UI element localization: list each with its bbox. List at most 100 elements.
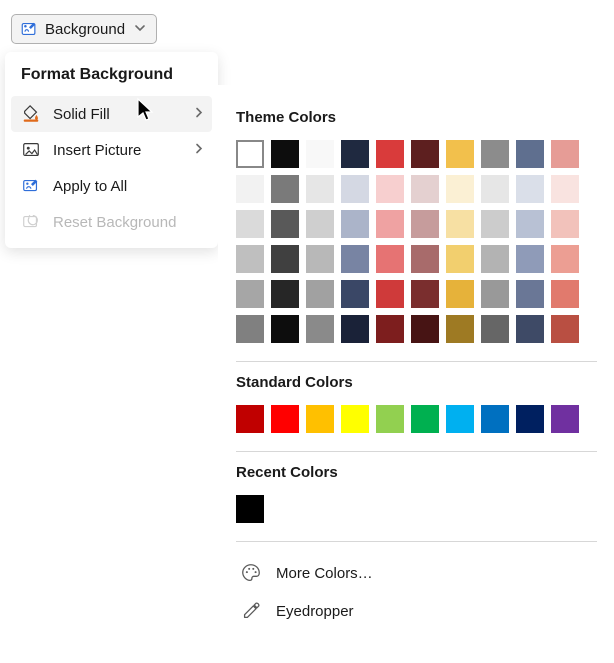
theme-color-swatch[interactable] bbox=[376, 140, 404, 168]
theme-color-swatch[interactable] bbox=[271, 140, 299, 168]
theme-color-swatch[interactable] bbox=[516, 280, 544, 308]
background-icon bbox=[20, 20, 38, 38]
standard-color-swatch[interactable] bbox=[446, 405, 474, 433]
divider bbox=[236, 541, 597, 542]
theme-color-swatch[interactable] bbox=[446, 140, 474, 168]
theme-color-swatch[interactable] bbox=[271, 280, 299, 308]
more-colors-option[interactable]: More Colors… bbox=[236, 554, 597, 592]
theme-color-swatch[interactable] bbox=[516, 140, 544, 168]
theme-color-swatch[interactable] bbox=[376, 245, 404, 273]
eyedropper-label: Eyedropper bbox=[276, 603, 354, 620]
recent-color-swatch[interactable] bbox=[236, 495, 264, 523]
theme-color-swatch[interactable] bbox=[411, 245, 439, 273]
theme-color-swatch[interactable] bbox=[271, 245, 299, 273]
theme-color-swatch[interactable] bbox=[236, 175, 264, 203]
theme-color-swatch[interactable] bbox=[271, 210, 299, 238]
theme-color-swatch[interactable] bbox=[481, 140, 509, 168]
theme-color-swatch[interactable] bbox=[481, 280, 509, 308]
theme-color-swatch[interactable] bbox=[516, 315, 544, 343]
theme-color-swatch[interactable] bbox=[341, 140, 369, 168]
theme-color-swatch[interactable] bbox=[551, 175, 579, 203]
theme-color-swatch[interactable] bbox=[271, 175, 299, 203]
theme-color-swatch[interactable] bbox=[516, 210, 544, 238]
format-background-menu: Format Background Solid Fill Insert Pictu… bbox=[5, 52, 218, 248]
eyedropper-option[interactable]: Eyedropper bbox=[236, 592, 597, 630]
more-colors-label: More Colors… bbox=[276, 565, 373, 582]
theme-color-swatch[interactable] bbox=[481, 210, 509, 238]
theme-color-swatch[interactable] bbox=[341, 175, 369, 203]
standard-color-swatch[interactable] bbox=[551, 405, 579, 433]
chevron-right-icon bbox=[194, 142, 204, 159]
theme-color-swatch[interactable] bbox=[236, 315, 264, 343]
theme-color-swatch[interactable] bbox=[376, 210, 404, 238]
standard-color-swatch[interactable] bbox=[481, 405, 509, 433]
theme-color-swatch[interactable] bbox=[376, 280, 404, 308]
standard-color-swatch[interactable] bbox=[341, 405, 369, 433]
theme-color-swatch[interactable] bbox=[306, 280, 334, 308]
theme-color-swatch[interactable] bbox=[446, 175, 474, 203]
menu-item-label: Solid Fill bbox=[53, 106, 110, 123]
theme-color-swatch[interactable] bbox=[306, 140, 334, 168]
bucket-blue-icon bbox=[21, 176, 41, 196]
theme-color-swatch[interactable] bbox=[341, 210, 369, 238]
theme-color-swatch[interactable] bbox=[551, 140, 579, 168]
theme-colors-title: Theme Colors bbox=[236, 109, 597, 126]
theme-color-swatch[interactable] bbox=[551, 245, 579, 273]
background-dropdown-button[interactable]: Background bbox=[11, 14, 157, 44]
theme-color-swatch[interactable] bbox=[411, 315, 439, 343]
standard-color-swatch[interactable] bbox=[411, 405, 439, 433]
theme-color-swatch[interactable] bbox=[341, 280, 369, 308]
standard-color-swatch[interactable] bbox=[271, 405, 299, 433]
theme-color-swatch[interactable] bbox=[446, 315, 474, 343]
menu-item-insert-picture[interactable]: Insert Picture bbox=[11, 132, 212, 168]
theme-color-swatch[interactable] bbox=[551, 210, 579, 238]
standard-color-swatch[interactable] bbox=[376, 405, 404, 433]
menu-title: Format Background bbox=[11, 60, 212, 96]
theme-color-swatch[interactable] bbox=[411, 210, 439, 238]
theme-color-swatch[interactable] bbox=[236, 245, 264, 273]
theme-color-swatch[interactable] bbox=[306, 175, 334, 203]
theme-color-swatch[interactable] bbox=[306, 315, 334, 343]
chevron-right-icon bbox=[194, 106, 204, 123]
theme-color-swatch[interactable] bbox=[271, 315, 299, 343]
theme-color-swatch[interactable] bbox=[481, 315, 509, 343]
menu-item-apply-to-all[interactable]: Apply to All bbox=[11, 168, 212, 204]
theme-color-swatch[interactable] bbox=[411, 140, 439, 168]
reset-icon bbox=[21, 212, 41, 232]
theme-color-swatch[interactable] bbox=[446, 280, 474, 308]
theme-color-swatch[interactable] bbox=[551, 315, 579, 343]
theme-color-swatch[interactable] bbox=[306, 210, 334, 238]
theme-color-swatch[interactable] bbox=[236, 280, 264, 308]
color-picker-flyout: Theme Colors Standard Colors Recent Colo… bbox=[218, 85, 614, 640]
background-dropdown-label: Background bbox=[45, 21, 125, 38]
theme-color-swatch[interactable] bbox=[236, 210, 264, 238]
theme-color-swatch[interactable] bbox=[481, 245, 509, 273]
divider bbox=[236, 361, 597, 362]
menu-item-solid-fill[interactable]: Solid Fill bbox=[11, 96, 212, 132]
standard-color-swatch[interactable] bbox=[306, 405, 334, 433]
theme-color-swatch[interactable] bbox=[551, 280, 579, 308]
standard-colors-grid bbox=[236, 405, 597, 433]
theme-color-swatch[interactable] bbox=[306, 245, 334, 273]
palette-icon bbox=[240, 562, 262, 584]
theme-color-swatch[interactable] bbox=[236, 140, 264, 168]
theme-color-swatch[interactable] bbox=[341, 315, 369, 343]
theme-colors-grid bbox=[236, 140, 597, 343]
theme-color-swatch[interactable] bbox=[376, 315, 404, 343]
standard-color-swatch[interactable] bbox=[516, 405, 544, 433]
theme-color-swatch[interactable] bbox=[446, 210, 474, 238]
theme-color-swatch[interactable] bbox=[516, 175, 544, 203]
theme-color-swatch[interactable] bbox=[376, 175, 404, 203]
theme-color-swatch[interactable] bbox=[411, 280, 439, 308]
menu-item-label: Insert Picture bbox=[53, 142, 141, 159]
theme-color-swatch[interactable] bbox=[341, 245, 369, 273]
menu-item-reset-background: Reset Background bbox=[11, 204, 212, 240]
picture-icon bbox=[21, 140, 41, 160]
standard-color-swatch[interactable] bbox=[236, 405, 264, 433]
bucket-orange-icon bbox=[21, 104, 41, 124]
theme-color-swatch[interactable] bbox=[516, 245, 544, 273]
theme-color-swatch[interactable] bbox=[481, 175, 509, 203]
standard-colors-title: Standard Colors bbox=[236, 374, 597, 391]
theme-color-swatch[interactable] bbox=[411, 175, 439, 203]
theme-color-swatch[interactable] bbox=[446, 245, 474, 273]
